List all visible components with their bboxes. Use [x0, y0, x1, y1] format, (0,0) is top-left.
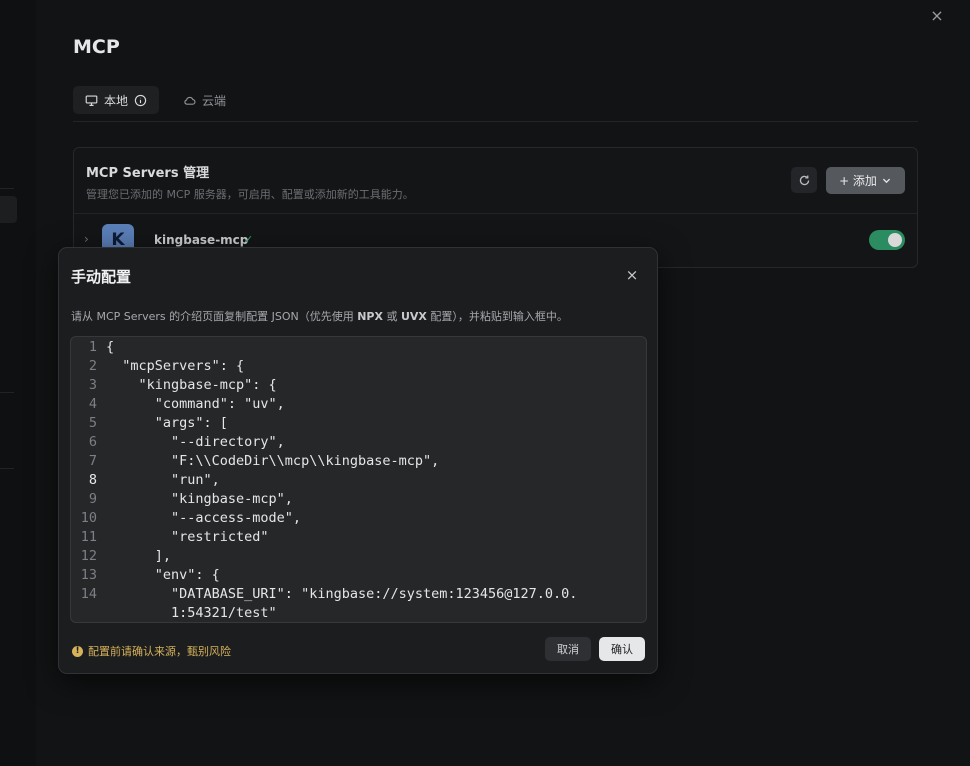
- line-number: 4: [88, 396, 97, 412]
- desc-text: 配置），并粘贴到输入框中。: [426, 310, 568, 323]
- code-line: 4 "command": "uv",: [71, 395, 646, 414]
- code-line: 1{: [71, 338, 646, 357]
- tab-label: 本地: [104, 93, 129, 108]
- code-text: "command": "uv",: [106, 396, 285, 412]
- page-title: MCP: [73, 36, 120, 58]
- desc-uvx: UVX: [400, 310, 427, 323]
- code-line: 13 "env": {: [71, 566, 646, 585]
- code-text: "--access-mode",: [106, 510, 302, 526]
- line-number: 5: [88, 415, 97, 431]
- confirm-button[interactable]: 确认: [599, 637, 645, 661]
- server-enable-toggle[interactable]: [869, 230, 905, 250]
- panel-close-icon[interactable]: ×: [927, 6, 947, 26]
- code-text: "F:\\CodeDir\\mcp\\kingbase-mcp",: [106, 453, 440, 469]
- info-icon[interactable]: [134, 94, 147, 107]
- toggle-knob: [888, 233, 902, 247]
- sidebar-selected-item: [0, 196, 17, 223]
- code-text: "mcpServers": {: [106, 358, 245, 374]
- add-button-label: + 添加: [839, 174, 877, 188]
- desc-npx: NPX: [357, 310, 383, 323]
- chevron-down-icon: [882, 178, 890, 184]
- code-line: 14 "DATABASE_URI": "kingbase://system:12…: [71, 585, 646, 604]
- sidebar-divider: [0, 468, 14, 469]
- line-number: 7: [88, 453, 97, 469]
- dialog-title: 手动配置: [71, 268, 132, 286]
- code-text: {: [106, 339, 115, 355]
- code-text: "run",: [106, 472, 220, 488]
- sidebar-divider: [0, 188, 14, 189]
- card-title: MCP Servers 管理: [86, 166, 210, 181]
- line-number: 10: [80, 510, 97, 526]
- tab-cloud[interactable]: 云端: [171, 86, 238, 114]
- card-subtitle: 管理您已添加的 MCP 服务器，可启用、配置或添加新的工具能力。: [86, 188, 414, 201]
- dialog-close-icon[interactable]: ×: [622, 265, 642, 285]
- refresh-button[interactable]: [791, 167, 817, 193]
- line-number: 3: [88, 377, 97, 393]
- code-line: 7 "F:\\CodeDir\\mcp\\kingbase-mcp",: [71, 452, 646, 471]
- code-text: ],: [106, 548, 172, 564]
- line-number: 1: [88, 339, 97, 355]
- line-number: 8: [88, 472, 97, 488]
- tab-local[interactable]: 本地: [73, 86, 160, 114]
- line-number: 11: [80, 529, 97, 545]
- chevron-right-icon[interactable]: ›: [84, 232, 89, 246]
- monitor-icon: [85, 94, 98, 106]
- desc-text: 或: [382, 310, 401, 323]
- code-line: 8 "run",: [71, 471, 646, 490]
- code-line: 9 "kingbase-mcp",: [71, 490, 646, 509]
- code-line: 1:54321/test": [71, 604, 646, 622]
- code-text: 1:54321/test": [106, 605, 277, 621]
- cancel-button[interactable]: 取消: [545, 637, 591, 661]
- code-line: 3 "kingbase-mcp": {: [71, 376, 646, 395]
- code-text: "restricted": [106, 529, 269, 545]
- code-lines: 1{2 "mcpServers": {3 "kingbase-mcp": {4 …: [71, 338, 646, 622]
- code-line: 12 ],: [71, 547, 646, 566]
- line-number: 14: [80, 586, 97, 602]
- sidebar-divider: [0, 392, 14, 393]
- server-name: kingbase-mcp: [154, 233, 249, 247]
- line-number: 9: [88, 491, 97, 507]
- code-text: "DATABASE_URI": "kingbase://system:12345…: [106, 586, 578, 602]
- refresh-icon: [799, 174, 809, 185]
- manual-config-dialog: 手动配置 × 请从 MCP Servers 的介绍页面复制配置 JSON（优先使…: [58, 247, 658, 674]
- code-text: "args": [: [106, 415, 228, 431]
- json-config-editor[interactable]: 1{2 "mcpServers": {3 "kingbase-mcp": {4 …: [70, 336, 647, 623]
- line-number: 2: [88, 358, 97, 374]
- card-divider: [74, 213, 917, 214]
- code-text: "env": {: [106, 567, 220, 583]
- code-line: 6 "--directory",: [71, 433, 646, 452]
- desc-text: 请从 MCP Servers 的介绍页面复制配置 JSON（优先使用: [71, 310, 358, 323]
- dialog-description: 请从 MCP Servers 的介绍页面复制配置 JSON（优先使用 NPX 或…: [71, 308, 568, 324]
- tab-divider: [73, 121, 918, 122]
- cloud-icon: [184, 96, 196, 105]
- code-line: 10 "--access-mode",: [71, 509, 646, 528]
- code-line: 2 "mcpServers": {: [71, 357, 646, 376]
- warning-text: 配置前请确认来源，甄别风险: [88, 645, 231, 658]
- add-server-button[interactable]: + 添加: [826, 167, 905, 194]
- code-text: "kingbase-mcp": {: [106, 377, 277, 393]
- code-line: 11 "restricted": [71, 528, 646, 547]
- line-number: 13: [80, 567, 97, 583]
- line-number: 6: [88, 434, 97, 450]
- risk-warning: ! 配置前请确认来源，甄别风险: [72, 643, 231, 659]
- code-text: "--directory",: [106, 434, 285, 450]
- code-text: "kingbase-mcp",: [106, 491, 293, 507]
- warning-icon: !: [72, 645, 83, 657]
- check-icon: ✓: [244, 233, 254, 246]
- line-number: 12: [80, 548, 97, 564]
- background-app-sidebar: [0, 0, 36, 766]
- code-line: 5 "args": [: [71, 414, 646, 433]
- tab-label: 云端: [202, 93, 227, 108]
- tab-bar: 本地 云端: [73, 86, 238, 114]
